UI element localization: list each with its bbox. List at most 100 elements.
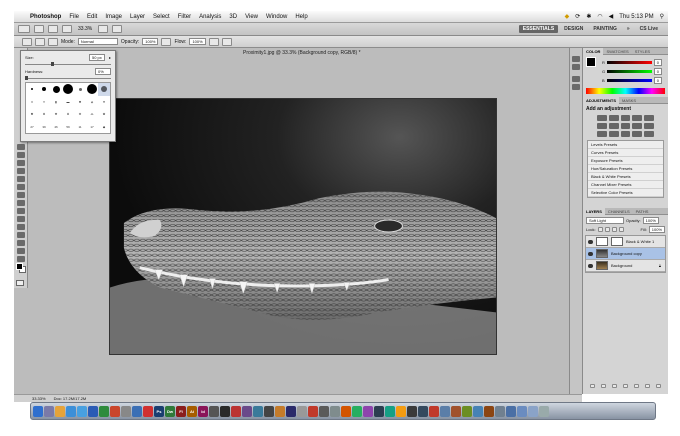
preset-exposure[interactable]: Exposure Presets — [588, 157, 663, 165]
app-icon[interactable] — [286, 405, 296, 417]
size-slider[interactable] — [25, 62, 111, 66]
status-icon[interactable]: ◆ — [565, 13, 570, 20]
menu-image[interactable]: Image — [101, 14, 126, 20]
brush-tool-preset-icon[interactable] — [22, 37, 32, 46]
tab-styles[interactable]: STYLES — [632, 49, 653, 54]
document-tab-title[interactable]: Proximity1.jpg @ 33.3% (Background copy,… — [243, 50, 361, 56]
photo-filter-icon[interactable] — [632, 123, 643, 129]
hue-saturation-icon[interactable] — [597, 123, 607, 129]
preset-selective-color[interactable]: Selective Color Presets — [588, 189, 663, 197]
lock-all-icon[interactable] — [618, 227, 624, 232]
clone-source-panel-icon[interactable] — [572, 84, 580, 90]
layer-row[interactable]: Black & White 1 — [586, 236, 665, 248]
menu-help[interactable]: Help — [291, 14, 311, 20]
pressure-size-icon[interactable] — [221, 37, 232, 46]
status-zoom[interactable]: 33.33% — [32, 396, 46, 401]
brush-preset[interactable]: ✶ — [26, 96, 38, 109]
app-icon[interactable] — [209, 405, 219, 417]
brush-preset-size[interactable]: 27 — [26, 121, 38, 134]
app-icon[interactable] — [407, 405, 417, 417]
app-icon[interactable] — [374, 405, 384, 417]
blur-tool-icon[interactable] — [16, 184, 25, 190]
visibility-eye-icon[interactable] — [588, 263, 593, 268]
tab-paths[interactable]: PATHS — [633, 209, 652, 214]
brightness-contrast-icon[interactable] — [597, 115, 607, 121]
workspace-more-button[interactable]: » — [623, 25, 634, 33]
brush-preset[interactable]: ▮ — [50, 96, 62, 109]
menu-view[interactable]: View — [241, 14, 262, 20]
size-field[interactable]: 50 px — [88, 54, 105, 61]
brush-preset-size[interactable]: 39 — [38, 121, 50, 134]
preset-channel-mixer[interactable]: Channel Mixer Presets — [588, 181, 663, 189]
app-icon[interactable] — [429, 405, 439, 417]
app-icon[interactable] — [275, 405, 285, 417]
gradient-map-icon[interactable] — [632, 131, 643, 137]
cs-live-button[interactable]: CS Live — [636, 25, 662, 33]
levels-icon[interactable] — [608, 115, 619, 121]
hardness-slider[interactable] — [25, 76, 111, 80]
ps-icon[interactable] — [18, 25, 30, 33]
brush-preset[interactable]: ◆ — [98, 121, 110, 134]
tab-color[interactable]: COLOR — [583, 47, 604, 55]
menu-layer[interactable]: Layer — [126, 14, 149, 20]
black-white-icon[interactable] — [620, 123, 631, 129]
brush-preset[interactable]: ⁂ — [86, 108, 98, 121]
brush-preset-size[interactable]: 59 — [62, 121, 74, 134]
link-layers-icon[interactable] — [590, 384, 595, 388]
word-icon[interactable] — [88, 405, 98, 417]
system-preferences-icon[interactable] — [132, 405, 142, 417]
brush-preset[interactable] — [62, 83, 74, 96]
wifi-icon[interactable]: ◠ — [597, 13, 602, 20]
tab-adjustments[interactable]: ADJUSTMENTS — [583, 96, 620, 104]
new-group-icon[interactable] — [634, 384, 639, 388]
preset-levels[interactable]: Levels Presets — [588, 141, 663, 149]
sync-icon[interactable]: ⟳ — [575, 13, 580, 20]
app-icon[interactable] — [220, 405, 230, 417]
preset-black-white[interactable]: Black & White Presets — [588, 173, 663, 181]
arrange-documents-button[interactable] — [98, 25, 109, 33]
app-icon[interactable] — [330, 405, 340, 417]
app-icon[interactable] — [418, 405, 428, 417]
app-icon[interactable] — [484, 405, 494, 417]
blend-mode-select[interactable]: Soft Light — [586, 217, 624, 224]
document-canvas[interactable] — [109, 98, 497, 355]
brush-preset[interactable] — [50, 83, 62, 96]
new-adjustment-icon[interactable] — [623, 384, 628, 388]
hand-tool-icon[interactable] — [16, 248, 25, 254]
eraser-tool-icon[interactable] — [16, 168, 25, 174]
app-icon[interactable] — [231, 405, 241, 417]
menu-app[interactable]: Photoshop — [26, 14, 65, 20]
clone-stamp-tool-icon[interactable] — [16, 152, 25, 158]
mail-icon[interactable] — [77, 405, 87, 417]
color-r-slider[interactable] — [606, 61, 652, 64]
add-mask-icon[interactable] — [612, 384, 617, 388]
preset-hue-saturation[interactable]: Hue/Saturation Presets — [588, 165, 663, 173]
brush-tool-icon[interactable] — [16, 144, 25, 150]
brush-preset[interactable] — [38, 83, 50, 96]
color-panel-foreground-swatch[interactable] — [586, 57, 596, 67]
brush-preset[interactable]: ✿ — [98, 108, 110, 121]
lock-transparency-icon[interactable] — [597, 227, 603, 232]
bridge-button[interactable] — [34, 25, 44, 33]
layer-row[interactable]: Background copy — [586, 248, 665, 260]
threshold-icon[interactable] — [620, 131, 631, 137]
menu-edit[interactable]: Edit — [83, 14, 101, 20]
trash-dock-icon[interactable] — [539, 405, 549, 417]
app-icon[interactable] — [440, 405, 450, 417]
channel-mixer-icon[interactable] — [644, 123, 654, 129]
screen-mode-button[interactable] — [112, 25, 123, 33]
menubar-clock[interactable]: Thu 5:13 PM — [619, 14, 653, 20]
layer-style-icon[interactable] — [601, 384, 606, 388]
vibrance-icon[interactable] — [644, 115, 654, 121]
brush-panel-icon[interactable] — [572, 76, 580, 82]
app-icon[interactable] — [352, 405, 362, 417]
brush-preset-size[interactable]: 11 — [74, 121, 86, 134]
app-icon[interactable] — [495, 405, 505, 417]
layer-thumbnail[interactable] — [596, 249, 608, 258]
hardness-field[interactable]: 0% — [95, 68, 111, 75]
finder-icon[interactable] — [33, 405, 43, 417]
airbrush-icon[interactable] — [208, 37, 219, 46]
photoshop-dock-icon[interactable]: Ps — [154, 405, 164, 417]
tab-channels[interactable]: CHANNELS — [605, 209, 633, 214]
color-g-slider[interactable] — [607, 70, 652, 73]
